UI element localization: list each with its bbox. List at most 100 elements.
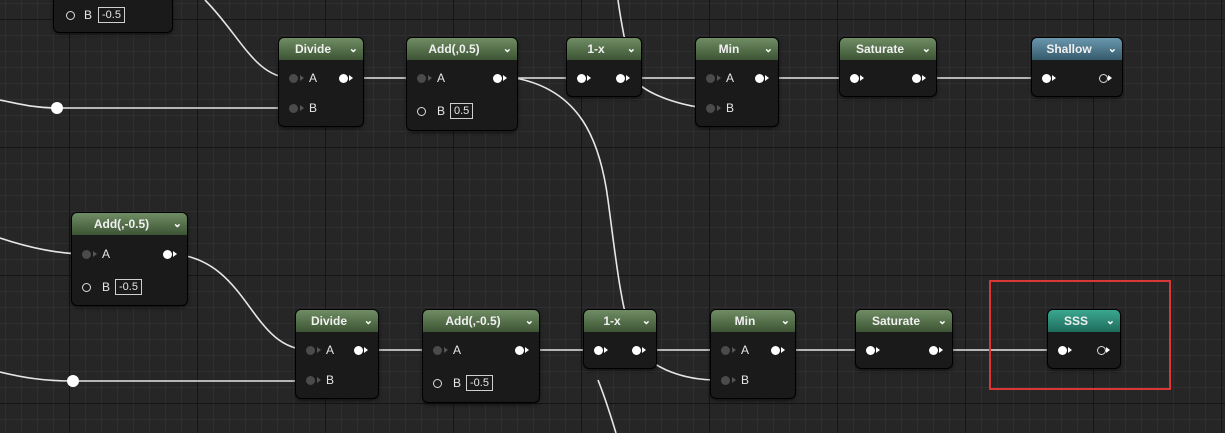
node-header[interactable]: Divide ⌄ [296, 310, 378, 332]
pin-arrow-icon [922, 75, 926, 81]
pin-label: A [102, 247, 111, 261]
pin-a-input[interactable] [721, 346, 730, 355]
input-pin[interactable] [850, 74, 859, 83]
node-header[interactable]: Add(,-0.5) ⌄ [72, 213, 187, 235]
node-title: Divide [310, 314, 347, 328]
pin-b-input[interactable] [417, 107, 426, 116]
input-pin[interactable] [866, 346, 875, 355]
node-header[interactable]: Min ⌄ [711, 310, 795, 332]
pin-b-input[interactable] [82, 283, 91, 292]
output-pin[interactable] [755, 74, 764, 83]
pin-b-input[interactable] [289, 104, 298, 113]
output-pin[interactable] [515, 346, 524, 355]
add-node[interactable]: Add(,-0.5) ⌄ A B -0.5 [423, 310, 539, 402]
chevron-down-icon[interactable]: ⌄ [764, 38, 773, 60]
add-node-partial[interactable]: B -0.5 [54, 0, 172, 32]
pin-a-input[interactable] [289, 74, 298, 83]
input-pin[interactable] [1042, 74, 1051, 83]
pin-b-input[interactable] [721, 376, 730, 385]
output-pin[interactable] [912, 74, 921, 83]
node-title: 1-x [587, 42, 605, 56]
chevron-down-icon[interactable]: ⌄ [525, 310, 534, 332]
node-header[interactable]: 1-x ⌄ [567, 38, 641, 60]
add-node[interactable]: Add(,-0.5) ⌄ A B -0.5 [72, 213, 187, 305]
pin-arrow-icon [173, 251, 177, 257]
divide-node[interactable]: Divide ⌄ A B [279, 38, 363, 126]
pin-a-input[interactable] [706, 74, 715, 83]
min-node[interactable]: Min ⌄ A B [696, 38, 778, 126]
input-pin[interactable] [594, 346, 603, 355]
chevron-down-icon[interactable]: ⌄ [503, 38, 512, 60]
pin-a-input[interactable] [82, 250, 91, 259]
pin-label: B [741, 373, 750, 387]
pin-arrow-icon [732, 377, 736, 383]
node-header[interactable]: 1-x ⌄ [584, 310, 656, 332]
output-pin[interactable] [354, 346, 363, 355]
min-node[interactable]: Min ⌄ A B [711, 310, 795, 398]
pin-arrow-icon [717, 75, 721, 81]
reroute-knot[interactable] [67, 375, 79, 387]
pin-label: B [437, 104, 446, 118]
b-value-field[interactable]: -0.5 [115, 279, 142, 295]
b-value-field[interactable]: 0.5 [450, 103, 474, 119]
pin-b-input[interactable] [433, 379, 442, 388]
output-pin[interactable] [632, 346, 641, 355]
input-pin[interactable] [577, 74, 586, 83]
chevron-down-icon[interactable]: ⌄ [1108, 38, 1117, 60]
shallow-output-node[interactable]: Shallow ⌄ [1032, 38, 1122, 96]
pin-arrow-icon [525, 347, 529, 353]
node-title: Divide [294, 42, 331, 56]
one-minus-node[interactable]: 1-x ⌄ [584, 310, 656, 368]
pin-b-input[interactable] [706, 104, 715, 113]
b-value-field[interactable]: -0.5 [98, 7, 125, 23]
pin-b-input[interactable] [306, 376, 315, 385]
pin-arrow-icon [503, 75, 507, 81]
pin-label: A [741, 343, 750, 357]
add-node[interactable]: Add(,0.5) ⌄ A B 0.5 [407, 38, 517, 130]
chevron-down-icon[interactable]: ⌄ [781, 310, 790, 332]
chevron-down-icon[interactable]: ⌄ [922, 38, 931, 60]
node-header[interactable]: Min ⌄ [696, 38, 778, 60]
pin-label: A [453, 343, 462, 357]
reroute-knot[interactable] [51, 102, 63, 114]
node-header[interactable]: Saturate ⌄ [840, 38, 936, 60]
node-header[interactable]: Add(,0.5) ⌄ [407, 38, 517, 60]
pin-a-input[interactable] [306, 346, 315, 355]
output-pin[interactable] [616, 74, 625, 83]
one-minus-node[interactable]: 1-x ⌄ [567, 38, 641, 96]
node-title: Add(,0.5) [428, 42, 480, 56]
saturate-node[interactable]: Saturate ⌄ [840, 38, 936, 96]
output-pin[interactable] [1099, 74, 1108, 83]
pin-arrow-icon [587, 75, 591, 81]
chevron-down-icon[interactable]: ⌄ [938, 310, 947, 332]
chevron-down-icon[interactable]: ⌄ [627, 38, 636, 60]
output-pin[interactable] [771, 346, 780, 355]
pin-b-input[interactable] [66, 11, 75, 20]
output-pin[interactable] [493, 74, 502, 83]
saturate-node[interactable]: Saturate ⌄ [856, 310, 952, 368]
pin-label: A [437, 71, 446, 85]
output-pin[interactable] [339, 74, 348, 83]
pin-label: B [453, 376, 462, 390]
output-pin[interactable] [163, 250, 172, 259]
chevron-down-icon[interactable]: ⌄ [364, 310, 373, 332]
chevron-down-icon[interactable]: ⌄ [349, 38, 358, 60]
divide-node[interactable]: Divide ⌄ A B [296, 310, 378, 398]
node-header[interactable]: Saturate ⌄ [856, 310, 952, 332]
output-pin[interactable] [929, 346, 938, 355]
pin-arrow-icon [364, 347, 368, 353]
pin-arrow-icon [317, 347, 321, 353]
b-value-field[interactable]: -0.5 [466, 375, 493, 391]
pin-arrow-icon [939, 347, 943, 353]
pin-arrow-icon [300, 105, 304, 111]
chevron-down-icon[interactable]: ⌄ [173, 213, 182, 235]
node-header[interactable]: Shallow ⌄ [1032, 38, 1122, 60]
pin-a-input[interactable] [433, 346, 442, 355]
material-graph-canvas[interactable]: B -0.5 Divide ⌄ A B Add(,0.5) ⌄ A B 0.5 1-… [0, 0, 1225, 433]
node-header[interactable]: Divide ⌄ [279, 38, 363, 60]
chevron-down-icon[interactable]: ⌄ [642, 310, 651, 332]
pin-label: A [326, 343, 335, 357]
node-header[interactable]: Add(,-0.5) ⌄ [423, 310, 539, 332]
pin-a-input[interactable] [417, 74, 426, 83]
node-title: Saturate [871, 314, 921, 328]
